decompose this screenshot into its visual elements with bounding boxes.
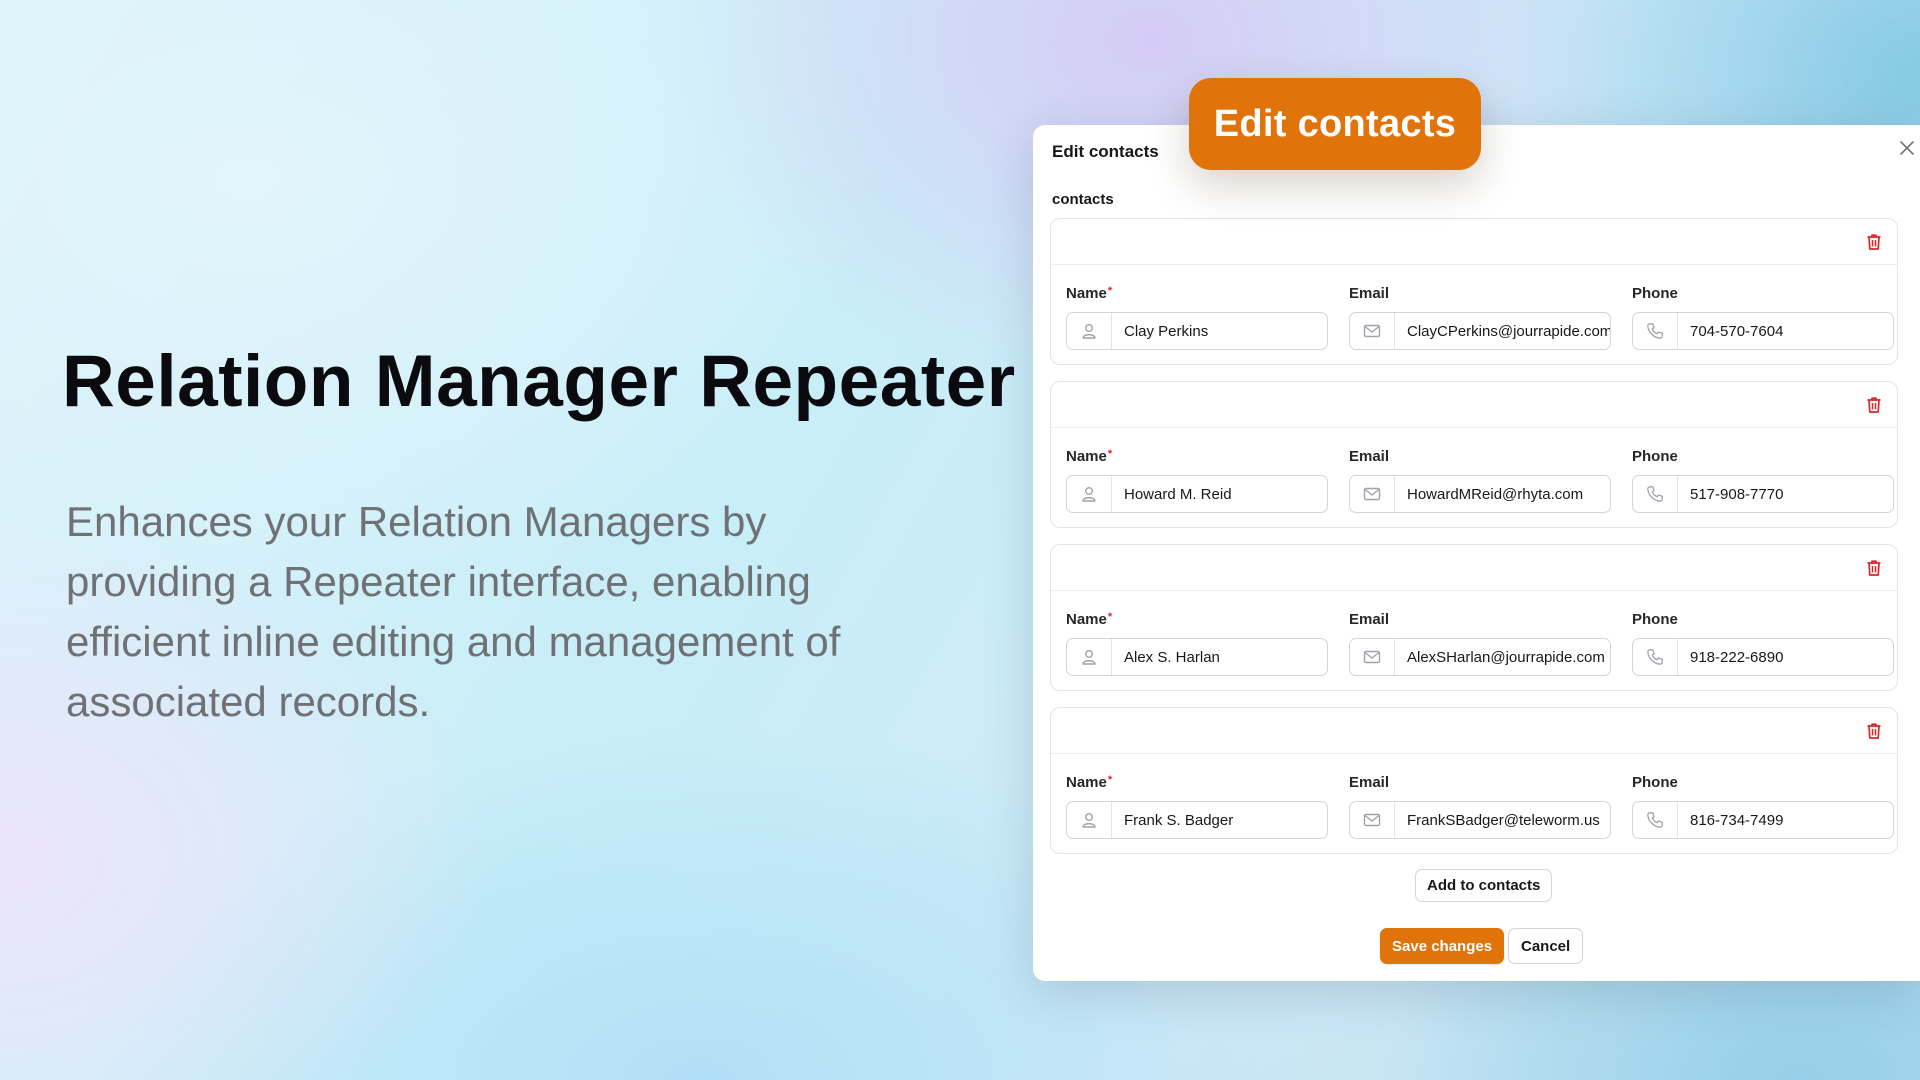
contact-item: Name* Howard M. Reid Email HowardMReid@r… bbox=[1050, 381, 1898, 528]
envelope-icon bbox=[1363, 323, 1381, 339]
email-label: Email bbox=[1349, 774, 1390, 791]
phone-icon bbox=[1646, 322, 1664, 340]
delete-item-button[interactable] bbox=[1863, 557, 1885, 579]
name-value: Clay Perkins bbox=[1124, 322, 1209, 340]
email-field: Email AlexSHarlan@jourrapide.com bbox=[1349, 611, 1611, 676]
phone-label: Phone bbox=[1632, 448, 1678, 465]
save-changes-button[interactable]: Save changes bbox=[1380, 928, 1505, 964]
phone-input[interactable]: 918-222-6890 bbox=[1632, 638, 1894, 676]
email-label: Email bbox=[1349, 611, 1390, 628]
email-value: HowardMReid@rhyta.com bbox=[1407, 485, 1584, 503]
name-value: Frank S. Badger bbox=[1124, 811, 1234, 829]
name-input[interactable]: Alex S. Harlan bbox=[1066, 638, 1328, 676]
phone-value: 704-570-7604 bbox=[1690, 322, 1784, 340]
name-value: Alex S. Harlan bbox=[1124, 648, 1220, 666]
envelope-icon bbox=[1363, 649, 1381, 665]
name-label: Name bbox=[1066, 285, 1107, 302]
email-label: Email bbox=[1349, 285, 1390, 302]
phone-value: 918-222-6890 bbox=[1690, 648, 1784, 666]
item-header bbox=[1051, 382, 1897, 428]
name-input[interactable]: Frank S. Badger bbox=[1066, 801, 1328, 839]
name-input[interactable]: Clay Perkins bbox=[1066, 312, 1328, 350]
phone-input[interactable]: 517-908-7770 bbox=[1632, 475, 1894, 513]
email-value: ClayCPerkins@jourrapide.com bbox=[1407, 322, 1610, 340]
user-icon bbox=[1080, 648, 1098, 666]
email-value: AlexSHarlan@jourrapide.com bbox=[1407, 648, 1605, 666]
email-field: Email ClayCPerkins@jourrapide.com bbox=[1349, 285, 1611, 350]
cancel-button[interactable]: Cancel bbox=[1508, 928, 1584, 964]
phone-input[interactable]: 704-570-7604 bbox=[1632, 312, 1894, 350]
delete-item-button[interactable] bbox=[1863, 720, 1885, 742]
contacts-repeater: Name* Clay Perkins Email ClayCPerkins@jo… bbox=[1050, 218, 1920, 870]
phone-field: Phone 816-734-7499 bbox=[1632, 774, 1894, 839]
email-field: Email HowardMReid@rhyta.com bbox=[1349, 448, 1611, 513]
phone-field: Phone 918-222-6890 bbox=[1632, 611, 1894, 676]
add-to-contacts-button[interactable]: Add to contacts bbox=[1415, 869, 1553, 902]
phone-input[interactable]: 816-734-7499 bbox=[1632, 801, 1894, 839]
close-button[interactable] bbox=[1894, 135, 1920, 161]
edit-contacts-modal: Edit contacts contacts Name* Clay Perkin… bbox=[1033, 125, 1920, 981]
delete-item-button[interactable] bbox=[1863, 231, 1885, 253]
contact-item: Name* Frank S. Badger Email FrankSBadger… bbox=[1050, 707, 1898, 854]
email-input[interactable]: AlexSHarlan@jourrapide.com bbox=[1349, 638, 1611, 676]
user-icon bbox=[1080, 811, 1098, 829]
hero-title: Relation Manager Repeater bbox=[62, 341, 1016, 422]
phone-icon bbox=[1646, 811, 1664, 829]
envelope-icon bbox=[1363, 486, 1381, 502]
email-input[interactable]: ClayCPerkins@jourrapide.com bbox=[1349, 312, 1611, 350]
name-label: Name bbox=[1066, 611, 1107, 628]
email-input[interactable]: FrankSBadger@teleworm.us bbox=[1349, 801, 1611, 839]
name-value: Howard M. Reid bbox=[1124, 485, 1232, 503]
trash-icon bbox=[1866, 559, 1882, 577]
user-icon bbox=[1080, 322, 1098, 340]
trash-icon bbox=[1866, 396, 1882, 414]
phone-label: Phone bbox=[1632, 611, 1678, 628]
contact-item: Name* Alex S. Harlan Email AlexSHarlan@j… bbox=[1050, 544, 1898, 691]
envelope-icon bbox=[1363, 812, 1381, 828]
phone-label: Phone bbox=[1632, 285, 1678, 302]
item-header bbox=[1051, 219, 1897, 265]
name-field: Name* Clay Perkins bbox=[1066, 285, 1328, 350]
phone-value: 816-734-7499 bbox=[1690, 811, 1784, 829]
user-icon bbox=[1080, 485, 1098, 503]
name-field: Name* Frank S. Badger bbox=[1066, 774, 1328, 839]
trash-icon bbox=[1866, 233, 1882, 251]
item-header bbox=[1051, 708, 1897, 754]
hero-description: Enhances your Relation Managers by provi… bbox=[66, 498, 841, 725]
phone-field: Phone 704-570-7604 bbox=[1632, 285, 1894, 350]
edit-contacts-callout: Edit contacts bbox=[1189, 78, 1481, 170]
phone-icon bbox=[1646, 485, 1664, 503]
name-field: Name* Howard M. Reid bbox=[1066, 448, 1328, 513]
modal-heading: Edit contacts bbox=[1052, 142, 1159, 161]
name-field: Name* Alex S. Harlan bbox=[1066, 611, 1328, 676]
contact-item: Name* Clay Perkins Email ClayCPerkins@jo… bbox=[1050, 218, 1898, 365]
delete-item-button[interactable] bbox=[1863, 394, 1885, 416]
phone-icon bbox=[1646, 648, 1664, 666]
name-input[interactable]: Howard M. Reid bbox=[1066, 475, 1328, 513]
name-label: Name bbox=[1066, 774, 1107, 791]
item-header bbox=[1051, 545, 1897, 591]
email-field: Email FrankSBadger@teleworm.us bbox=[1349, 774, 1611, 839]
email-input[interactable]: HowardMReid@rhyta.com bbox=[1349, 475, 1611, 513]
close-icon bbox=[1899, 140, 1915, 156]
phone-label: Phone bbox=[1632, 774, 1678, 791]
repeater-label: contacts bbox=[1052, 191, 1114, 208]
phone-value: 517-908-7770 bbox=[1690, 485, 1784, 503]
email-value: FrankSBadger@teleworm.us bbox=[1407, 811, 1600, 829]
name-label: Name bbox=[1066, 448, 1107, 465]
phone-field: Phone 517-908-7770 bbox=[1632, 448, 1894, 513]
trash-icon bbox=[1866, 722, 1882, 740]
email-label: Email bbox=[1349, 448, 1390, 465]
